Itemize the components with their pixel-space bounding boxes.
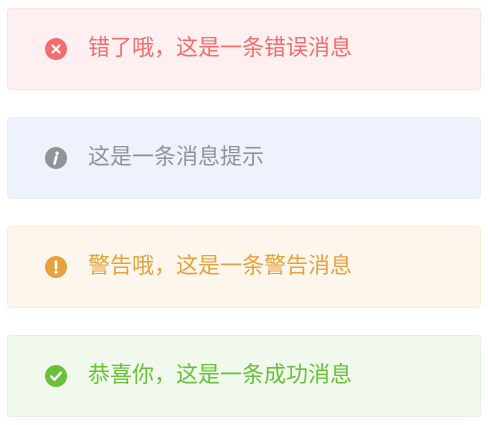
error-alert: 错了哦，这是一条错误消息: [7, 8, 481, 90]
warning-circle-icon: [44, 255, 68, 279]
alert-message: 恭喜你，这是一条成功消息: [88, 363, 353, 388]
alert-message: 错了哦，这是一条错误消息: [88, 36, 353, 61]
alert-list: 错了哦，这是一条错误消息 这是一条消息提示 警告哦，这是一条警告消息 恭喜你，这…: [0, 0, 488, 425]
error-circle-icon: [44, 37, 68, 61]
alert-message: 警告哦，这是一条警告消息: [88, 254, 353, 279]
success-check-circle-icon: [44, 364, 68, 388]
success-alert: 恭喜你，这是一条成功消息: [7, 335, 481, 417]
alert-message: 这是一条消息提示: [88, 145, 265, 170]
info-alert: 这是一条消息提示: [7, 117, 481, 199]
warning-alert: 警告哦，这是一条警告消息: [7, 226, 481, 308]
info-circle-icon: [44, 146, 68, 170]
